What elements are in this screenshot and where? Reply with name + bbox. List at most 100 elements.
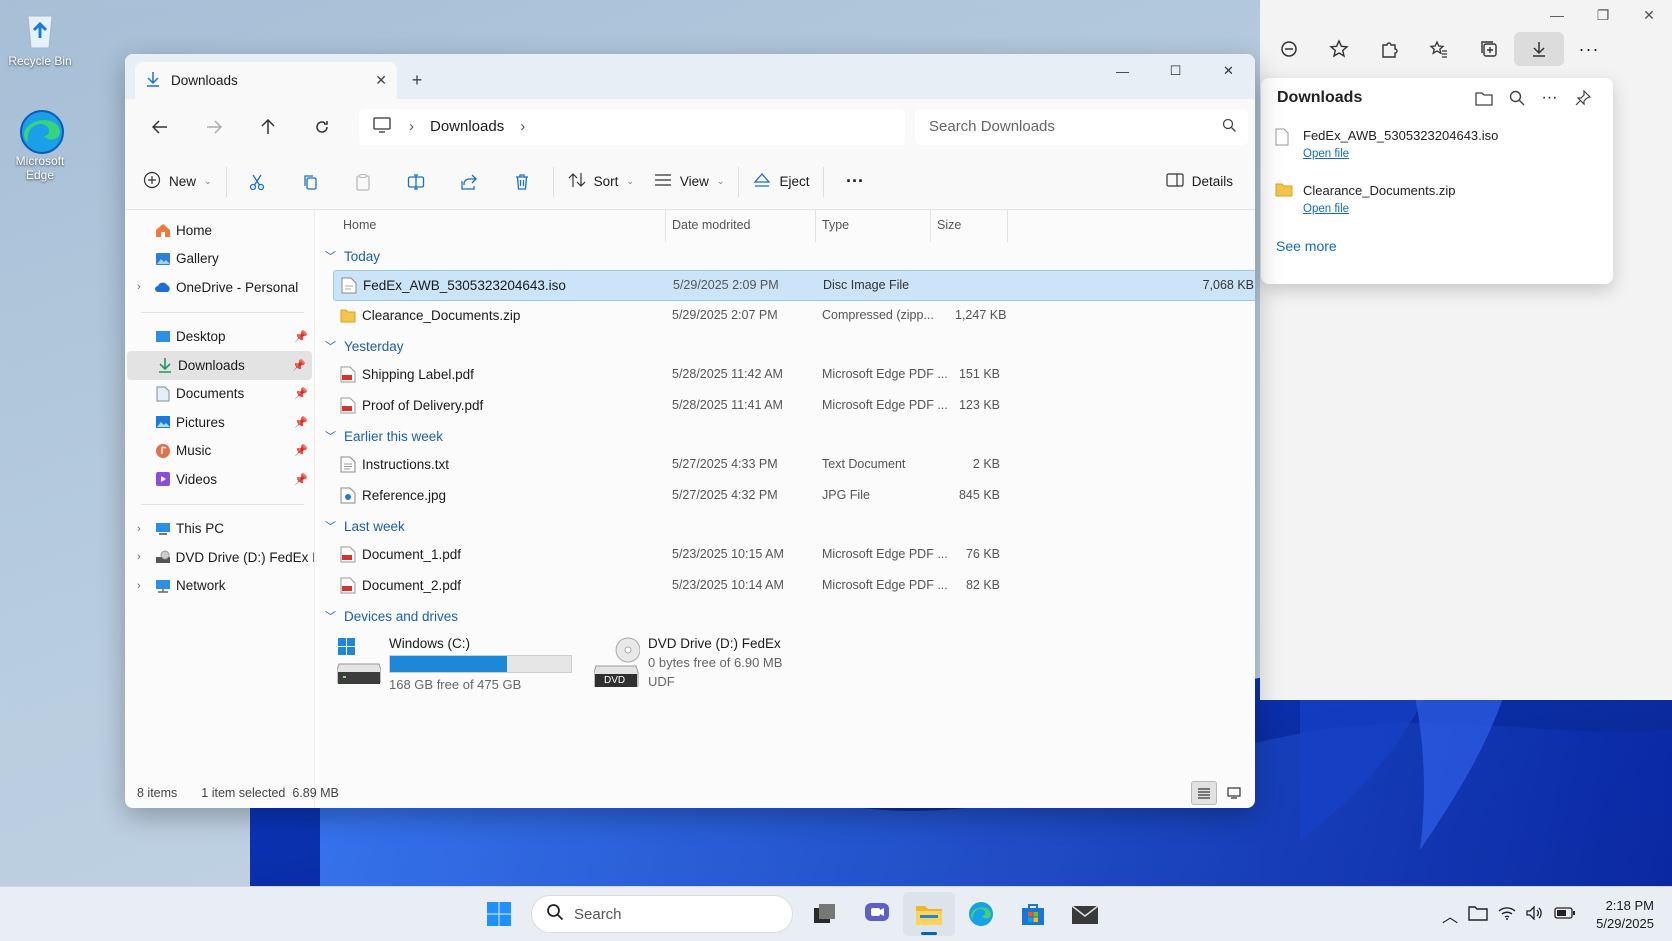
pin-icon[interactable] xyxy=(1566,84,1599,112)
minimize-icon[interactable]: — xyxy=(1096,54,1149,88)
table-row[interactable]: Document_1.pdf 5/23/2025 10:15 AM Micros… xyxy=(315,540,1255,571)
sidebar-item-downloads[interactable]: Downloads 📌 xyxy=(127,351,312,380)
sidebar-item-this-pc[interactable]: › This PC xyxy=(125,515,314,544)
chevron-right-icon[interactable]: › xyxy=(137,523,154,535)
sidebar-item-onedrive[interactable]: › OneDrive - Personal xyxy=(125,273,314,302)
chevron-right-icon[interactable]: › xyxy=(137,281,154,293)
up-icon[interactable] xyxy=(241,107,295,147)
column-size[interactable]: Size xyxy=(937,218,961,232)
table-row[interactable]: Proof of Delivery.pdf 5/28/2025 11:41 AM… xyxy=(315,391,1255,422)
sidebar-item-desktop[interactable]: Desktop 📌 xyxy=(125,323,314,352)
extensions-icon[interactable] xyxy=(1364,32,1414,66)
refresh-icon[interactable] xyxy=(295,107,349,147)
chevron-right-icon[interactable]: › xyxy=(137,551,154,563)
search-input[interactable]: Search Downloads xyxy=(915,108,1248,145)
edge-taskbar-icon[interactable] xyxy=(955,892,1007,936)
sidebar-item-gallery[interactable]: Gallery xyxy=(125,245,314,274)
battery-icon[interactable] xyxy=(1554,907,1576,922)
download-item[interactable]: Clearance_Documents.zip Open file xyxy=(1261,173,1613,228)
chevron-right-icon[interactable]: › xyxy=(520,118,525,135)
start-button[interactable] xyxy=(473,892,525,936)
table-row[interactable]: Reference.jpg 5/27/2025 4:32 PM JPG File… xyxy=(315,481,1255,512)
chevron-up-icon[interactable]: ︿ xyxy=(1442,903,1458,927)
group-header-earlier-this-week[interactable]: ﹀ Earlier this week xyxy=(315,422,1255,450)
search-icon[interactable] xyxy=(1500,84,1533,112)
favorites-icon[interactable] xyxy=(1414,32,1464,66)
favorite-star-icon[interactable] xyxy=(1314,32,1364,66)
sidebar-item-dvd-drive[interactable]: › DVD Drive (D:) FedEx I xyxy=(125,543,314,572)
pin-icon[interactable]: 📌 xyxy=(294,416,308,429)
pin-icon[interactable]: 📌 xyxy=(294,387,308,400)
table-row[interactable]: FedEx_AWB_5305323204643.iso 5/29/2025 2:… xyxy=(333,270,1255,301)
download-item[interactable]: FedEx_AWB_5305323204643.iso Open file xyxy=(1261,118,1613,173)
chevron-right-icon[interactable]: › xyxy=(137,580,154,592)
tiles-view-icon[interactable] xyxy=(1221,781,1247,805)
pin-icon[interactable]: 📌 xyxy=(294,473,308,486)
volume-icon[interactable] xyxy=(1526,905,1544,923)
clock[interactable]: 2:18 PM 5/29/2025 xyxy=(1596,897,1654,933)
mail-icon[interactable] xyxy=(1059,892,1111,936)
file-explorer-taskbar-icon[interactable] xyxy=(903,892,955,936)
group-header-yesterday[interactable]: ﹀ Yesterday xyxy=(315,332,1255,360)
recycle-bin-icon[interactable]: Recycle Bin xyxy=(2,8,78,68)
see-more-link[interactable]: See more xyxy=(1261,228,1613,254)
folder-icon[interactable] xyxy=(1468,905,1488,924)
drive-dvd-d[interactable]: DVD DVD Drive (D:) FedEx 0 bytes free of… xyxy=(593,636,782,695)
sidebar-item-home[interactable]: Home xyxy=(125,216,314,245)
sidebar-item-videos[interactable]: Videos 📌 xyxy=(125,465,314,494)
close-tab-icon[interactable]: ✕ xyxy=(375,72,387,89)
sidebar-item-pictures[interactable]: Pictures 📌 xyxy=(125,408,314,437)
column-date-modified[interactable]: Date modrited xyxy=(672,218,751,232)
pin-icon[interactable]: 📌 xyxy=(292,359,306,372)
microsoft-edge-desktop-icon[interactable]: Microsoft Edge xyxy=(2,108,78,182)
see-more-icon[interactable]: ··· xyxy=(828,164,881,200)
restore-icon[interactable]: ❐ xyxy=(1580,0,1626,30)
view-button[interactable]: View ⌄ xyxy=(644,164,735,200)
group-header-last-week[interactable]: ﹀ Last week xyxy=(315,512,1255,540)
rename-icon[interactable] xyxy=(390,164,443,200)
eject-button[interactable]: Eject xyxy=(743,164,819,200)
address-bar[interactable]: › Downloads › xyxy=(359,108,905,145)
details-view-icon[interactable] xyxy=(1191,781,1217,805)
open-folder-icon[interactable] xyxy=(1467,84,1500,112)
table-row[interactable]: Instructions.txt 5/27/2025 4:33 PM Text … xyxy=(315,450,1255,481)
open-file-link[interactable]: Open file xyxy=(1303,203,1455,215)
taskbar-search[interactable]: Search xyxy=(531,895,793,933)
pin-icon[interactable]: 📌 xyxy=(294,444,308,457)
column-type[interactable]: Type xyxy=(822,218,849,232)
more-options-icon[interactable]: ··· xyxy=(1564,32,1614,66)
forward-icon[interactable] xyxy=(187,107,241,147)
sidebar-item-network[interactable]: › Network xyxy=(125,572,314,601)
details-pane-button[interactable]: Details xyxy=(1156,164,1243,200)
task-view-icon[interactable] xyxy=(799,892,851,936)
close-icon[interactable]: ✕ xyxy=(1202,54,1255,88)
new-tab-button[interactable]: + xyxy=(397,62,437,99)
group-header-devices-and-drives[interactable]: ﹀ Devices and drives xyxy=(315,602,1255,630)
breadcrumb-downloads[interactable]: Downloads xyxy=(430,118,504,135)
downloads-icon[interactable] xyxy=(1514,32,1564,66)
back-icon[interactable] xyxy=(133,107,187,147)
sort-button[interactable]: Sort ⌄ xyxy=(558,164,644,200)
copy-icon[interactable] xyxy=(284,164,337,200)
share-icon[interactable] xyxy=(443,164,496,200)
pin-icon[interactable]: 📌 xyxy=(294,330,308,343)
sidebar-item-documents[interactable]: Documents 📌 xyxy=(125,380,314,409)
open-file-link[interactable]: Open file xyxy=(1303,148,1498,160)
cut-icon[interactable] xyxy=(231,164,284,200)
paste-icon[interactable] xyxy=(337,164,390,200)
drive-windows-c[interactable]: Windows (C:) 168 GB free of 475 GB xyxy=(336,636,572,695)
wifi-icon[interactable] xyxy=(1498,906,1516,923)
sidebar-item-music[interactable]: Music 📌 xyxy=(125,437,314,466)
table-row[interactable]: Document_2.pdf 5/23/2025 10:14 AM Micros… xyxy=(315,571,1255,602)
more-options-icon[interactable]: ··· xyxy=(1533,84,1566,112)
chat-icon[interactable] xyxy=(851,892,903,936)
group-header-today[interactable]: ﹀ Today xyxy=(315,242,1255,270)
maximize-icon[interactable]: ☐ xyxy=(1149,54,1202,88)
store-icon[interactable] xyxy=(1007,892,1059,936)
column-name[interactable]: Home xyxy=(343,218,376,232)
read-aloud-icon[interactable] xyxy=(1264,32,1314,66)
close-icon[interactable]: ✕ xyxy=(1626,0,1672,30)
table-row[interactable]: Clearance_Documents.zip 5/29/2025 2:07 P… xyxy=(315,301,1255,332)
collections-icon[interactable] xyxy=(1464,32,1514,66)
table-row[interactable]: Shipping Label.pdf 5/28/2025 11:42 AM Mi… xyxy=(315,360,1255,391)
